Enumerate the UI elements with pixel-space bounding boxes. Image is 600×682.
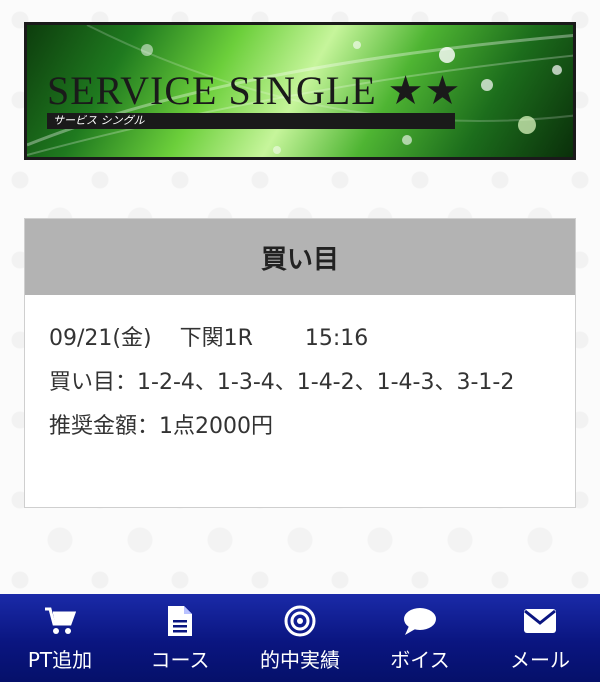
nav-item-mail[interactable]: メール <box>480 594 600 682</box>
document-icon <box>163 604 197 638</box>
amount-value: 1点2000円 <box>159 414 274 439</box>
race-info-line: 09/21(金) 下関1R 15:16 <box>49 317 551 361</box>
nav-item-course[interactable]: コース <box>120 594 240 682</box>
race-time: 15:16 <box>304 326 369 351</box>
nav-label-mail: メール <box>510 648 570 672</box>
bets-value: 1-2-4、1-3-4、1-4-2、1-4-3、3-1-2 <box>137 370 515 395</box>
nav-label-course: コース <box>150 648 210 672</box>
nav-label-pt-add: PT追加 <box>27 648 93 672</box>
bottom-nav: PT追加 コース 的中実績 ボイス メール <box>0 594 600 682</box>
chat-bubble-icon <box>403 604 437 638</box>
race-name: 下関1R <box>179 326 253 351</box>
nav-item-voice[interactable]: ボイス <box>360 594 480 682</box>
nav-item-results[interactable]: 的中実績 <box>240 594 360 682</box>
service-banner: SERVICE SINGLE ★★ サービス シングル <box>24 22 576 160</box>
amount-label: 推奨金額： <box>49 414 160 439</box>
target-icon <box>283 604 317 638</box>
nav-item-pt-add[interactable]: PT追加 <box>0 594 120 682</box>
mail-icon <box>523 604 557 638</box>
banner-title: SERVICE SINGLE ★★ <box>47 68 462 113</box>
amount-line: 推奨金額：1点2000円 <box>49 405 551 449</box>
bets-label: 買い目： <box>49 370 138 395</box>
card-body: 09/21(金) 下関1R 15:16 買い目：1-2-4、1-3-4、1-4-2、… <box>25 295 575 449</box>
nav-label-voice: ボイス <box>390 648 450 672</box>
cart-icon <box>43 604 77 638</box>
card-header: 買い目 <box>25 219 575 295</box>
nav-label-results: 的中実績 <box>260 648 340 672</box>
banner-subtitle: サービス シングル <box>53 114 145 127</box>
race-date: 09/21(金) <box>49 326 152 351</box>
bets-line: 買い目：1-2-4、1-3-4、1-4-2、1-4-3、3-1-2 <box>49 361 551 405</box>
bet-card: 買い目 09/21(金) 下関1R 15:16 買い目：1-2-4、1-3-4、1-… <box>24 218 576 508</box>
